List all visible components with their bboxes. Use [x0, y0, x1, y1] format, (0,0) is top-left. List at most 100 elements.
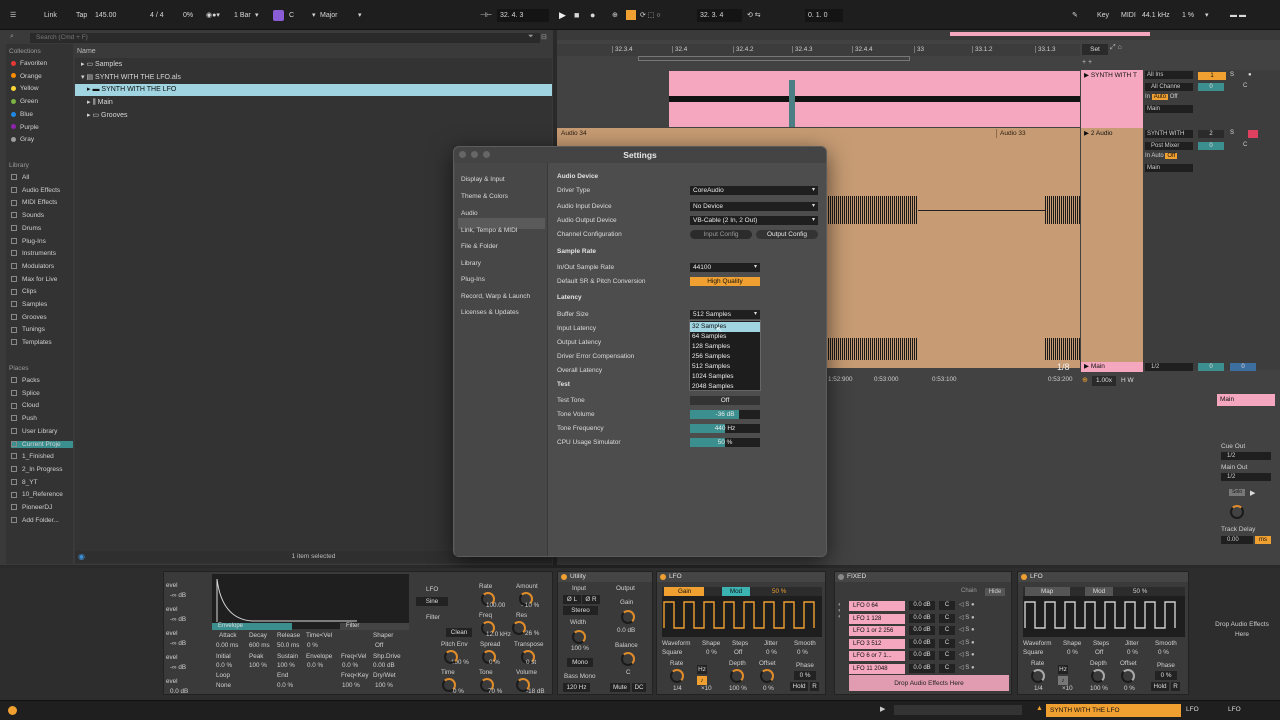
mono-button[interactable]: Mono: [567, 658, 593, 667]
waveform-value[interactable]: Square: [662, 649, 682, 656]
key-map-button[interactable]: Key: [1097, 9, 1109, 22]
buffer-size-select[interactable]: 512 Samples: [690, 310, 760, 319]
zoom-field[interactable]: 1.00x: [1092, 376, 1116, 386]
chain-volume[interactable]: 0.0 dB: [909, 638, 935, 648]
x10-button[interactable]: ×10: [1062, 685, 1073, 692]
chain-controls-icon[interactable]: ◁ S ●: [959, 614, 1003, 623]
buffer-option[interactable]: 1024 Samples: [690, 372, 760, 382]
library-item[interactable]: Drums: [11, 225, 41, 232]
file-row[interactable]: ▸ ▭ Grooves: [75, 110, 552, 122]
phase-value[interactable]: 0 %: [794, 671, 816, 680]
settings-nav-item[interactable]: Plug-Ins: [461, 276, 485, 283]
settings-nav-item[interactable]: Link, Tempo & MIDI: [461, 227, 518, 234]
automation-arm-icon[interactable]: [626, 10, 636, 20]
library-item[interactable]: Modulators: [11, 263, 54, 270]
library-item[interactable]: Sounds: [11, 212, 44, 219]
buffer-option[interactable]: 128 Samples: [690, 342, 760, 352]
collection-item[interactable]: Favoriten: [11, 60, 47, 67]
library-item[interactable]: Tunings: [11, 326, 45, 333]
solo-mode-button[interactable]: Solo: [1229, 489, 1245, 496]
follow-icon[interactable]: ⊣⊢: [480, 9, 492, 22]
buffer-option[interactable]: 256 Samples: [690, 352, 760, 362]
env-amount-value[interactable]: 0.0 %: [307, 662, 323, 669]
chain-volume[interactable]: 0.0 dB: [909, 601, 935, 610]
driver-type-select[interactable]: CoreAudio: [690, 186, 818, 195]
collection-item[interactable]: Orange: [11, 73, 42, 80]
name-column-header[interactable]: Name: [75, 46, 552, 58]
input-channel-select[interactable]: All Channe: [1145, 83, 1193, 91]
jitter-value[interactable]: 0 %: [766, 649, 777, 656]
chain-name[interactable]: LFO 1 or 2 256: [849, 626, 905, 636]
phase-left-button[interactable]: Ø L: [563, 595, 581, 604]
channel-mode-select[interactable]: Stereo: [563, 606, 598, 615]
test-tone-toggle[interactable]: Off: [690, 396, 760, 405]
map-button[interactable]: Map: [1025, 587, 1070, 596]
main-pan[interactable]: 0: [1230, 363, 1256, 371]
track-name[interactable]: ▶ SYNTH WITH T: [1084, 71, 1142, 79]
audio-clip-label[interactable]: Audio 34: [557, 129, 997, 138]
chain-pan[interactable]: C: [939, 638, 955, 648]
rate-knob[interactable]: [1031, 669, 1045, 683]
place-item[interactable]: 1_Finished: [11, 453, 54, 460]
mute-button[interactable]: Mute: [610, 683, 630, 692]
chain-controls-icon[interactable]: ◁ S ●: [959, 626, 1003, 635]
buffer-option[interactable]: 32 Samples: [690, 322, 760, 332]
width-value[interactable]: 100 %: [571, 645, 589, 652]
file-row-selected[interactable]: ▸ ▬ SYNTH WITH THE LFO: [75, 84, 552, 96]
cue-out-select[interactable]: 1/2: [1221, 452, 1271, 460]
place-item[interactable]: Cloud: [11, 402, 39, 409]
menu-icon[interactable]: ☰: [10, 9, 16, 22]
library-item[interactable]: Clips: [11, 288, 36, 295]
arm-button[interactable]: ●: [1248, 72, 1252, 78]
mod-button[interactable]: Mod: [722, 587, 750, 596]
library-item[interactable]: Max for Live: [11, 276, 57, 283]
main-out-select[interactable]: 1/2: [1221, 473, 1271, 481]
buffer-option[interactable]: 512 Samples: [690, 362, 760, 372]
stop-icon[interactable]: ■: [574, 9, 579, 22]
zone-volume[interactable]: -∞ dB: [170, 592, 186, 599]
chain-pan[interactable]: C: [939, 601, 955, 610]
audio-clip-label[interactable]: Audio 33: [996, 129, 1080, 138]
time-vel-value[interactable]: 0 %: [307, 642, 318, 649]
settings-nav-item[interactable]: Display & Input: [461, 176, 505, 183]
rate-value[interactable]: 1/4: [1034, 685, 1043, 692]
record-icon[interactable]: ●: [590, 9, 595, 22]
input-device-select[interactable]: No Device: [690, 202, 818, 211]
chain-name[interactable]: LFO 0 64: [849, 601, 905, 611]
chain-volume[interactable]: 0.0 dB: [909, 651, 935, 660]
sync-note-icon[interactable]: ♪: [697, 676, 707, 685]
device-on-icon[interactable]: [1021, 574, 1027, 580]
set-button[interactable]: Set: [1082, 44, 1108, 55]
zoom-icon[interactable]: ⊕: [1082, 376, 1088, 384]
loop-length-field[interactable]: 0. 1. 0: [805, 9, 843, 22]
loop-icon[interactable]: ⟲ ⇆: [747, 9, 761, 22]
library-item[interactable]: All: [11, 174, 29, 181]
depth-knob[interactable]: [1091, 669, 1105, 683]
overview-bar[interactable]: [557, 30, 1280, 40]
volume-value[interactable]: -18 dB: [526, 688, 545, 695]
balance-knob[interactable]: [621, 652, 635, 666]
lfo-header[interactable]: LFO: [1018, 572, 1188, 582]
arrangement-tools-icon[interactable]: ⤢ ⌂: [1110, 44, 1122, 52]
shaper-value[interactable]: Off: [375, 642, 383, 649]
phase-value[interactable]: 0 %: [1155, 671, 1177, 680]
lfo-wave-select[interactable]: Sine: [416, 597, 448, 606]
offset-value[interactable]: 0 %: [763, 685, 774, 692]
time-value[interactable]: 0 %: [453, 688, 464, 695]
peak-value[interactable]: 100 %: [249, 662, 267, 669]
offset-value[interactable]: 0 %: [1124, 685, 1135, 692]
chain-tab[interactable]: Chain: [961, 588, 987, 596]
monitor-switch[interactable]: In Auto Off: [1145, 153, 1178, 159]
phase-right-button[interactable]: Ø R: [582, 595, 600, 604]
chain-controls-icon[interactable]: ◁ S ●: [959, 601, 1003, 610]
hold-button[interactable]: Hold: [790, 682, 808, 691]
output-select[interactable]: Main: [1145, 164, 1193, 172]
filter-tab[interactable]: Filter: [340, 623, 409, 630]
hw-toggle[interactable]: H W: [1121, 377, 1134, 384]
search-input[interactable]: Search (Cmd + F): [30, 33, 540, 43]
collection-item[interactable]: Yellow: [11, 85, 39, 92]
monitor-switch[interactable]: In Auto Off: [1145, 94, 1178, 100]
chain-name[interactable]: LFO 1 128: [849, 613, 905, 624]
monitor-auto[interactable]: Auto: [1151, 94, 1169, 100]
volume-field[interactable]: 0: [1198, 83, 1224, 91]
